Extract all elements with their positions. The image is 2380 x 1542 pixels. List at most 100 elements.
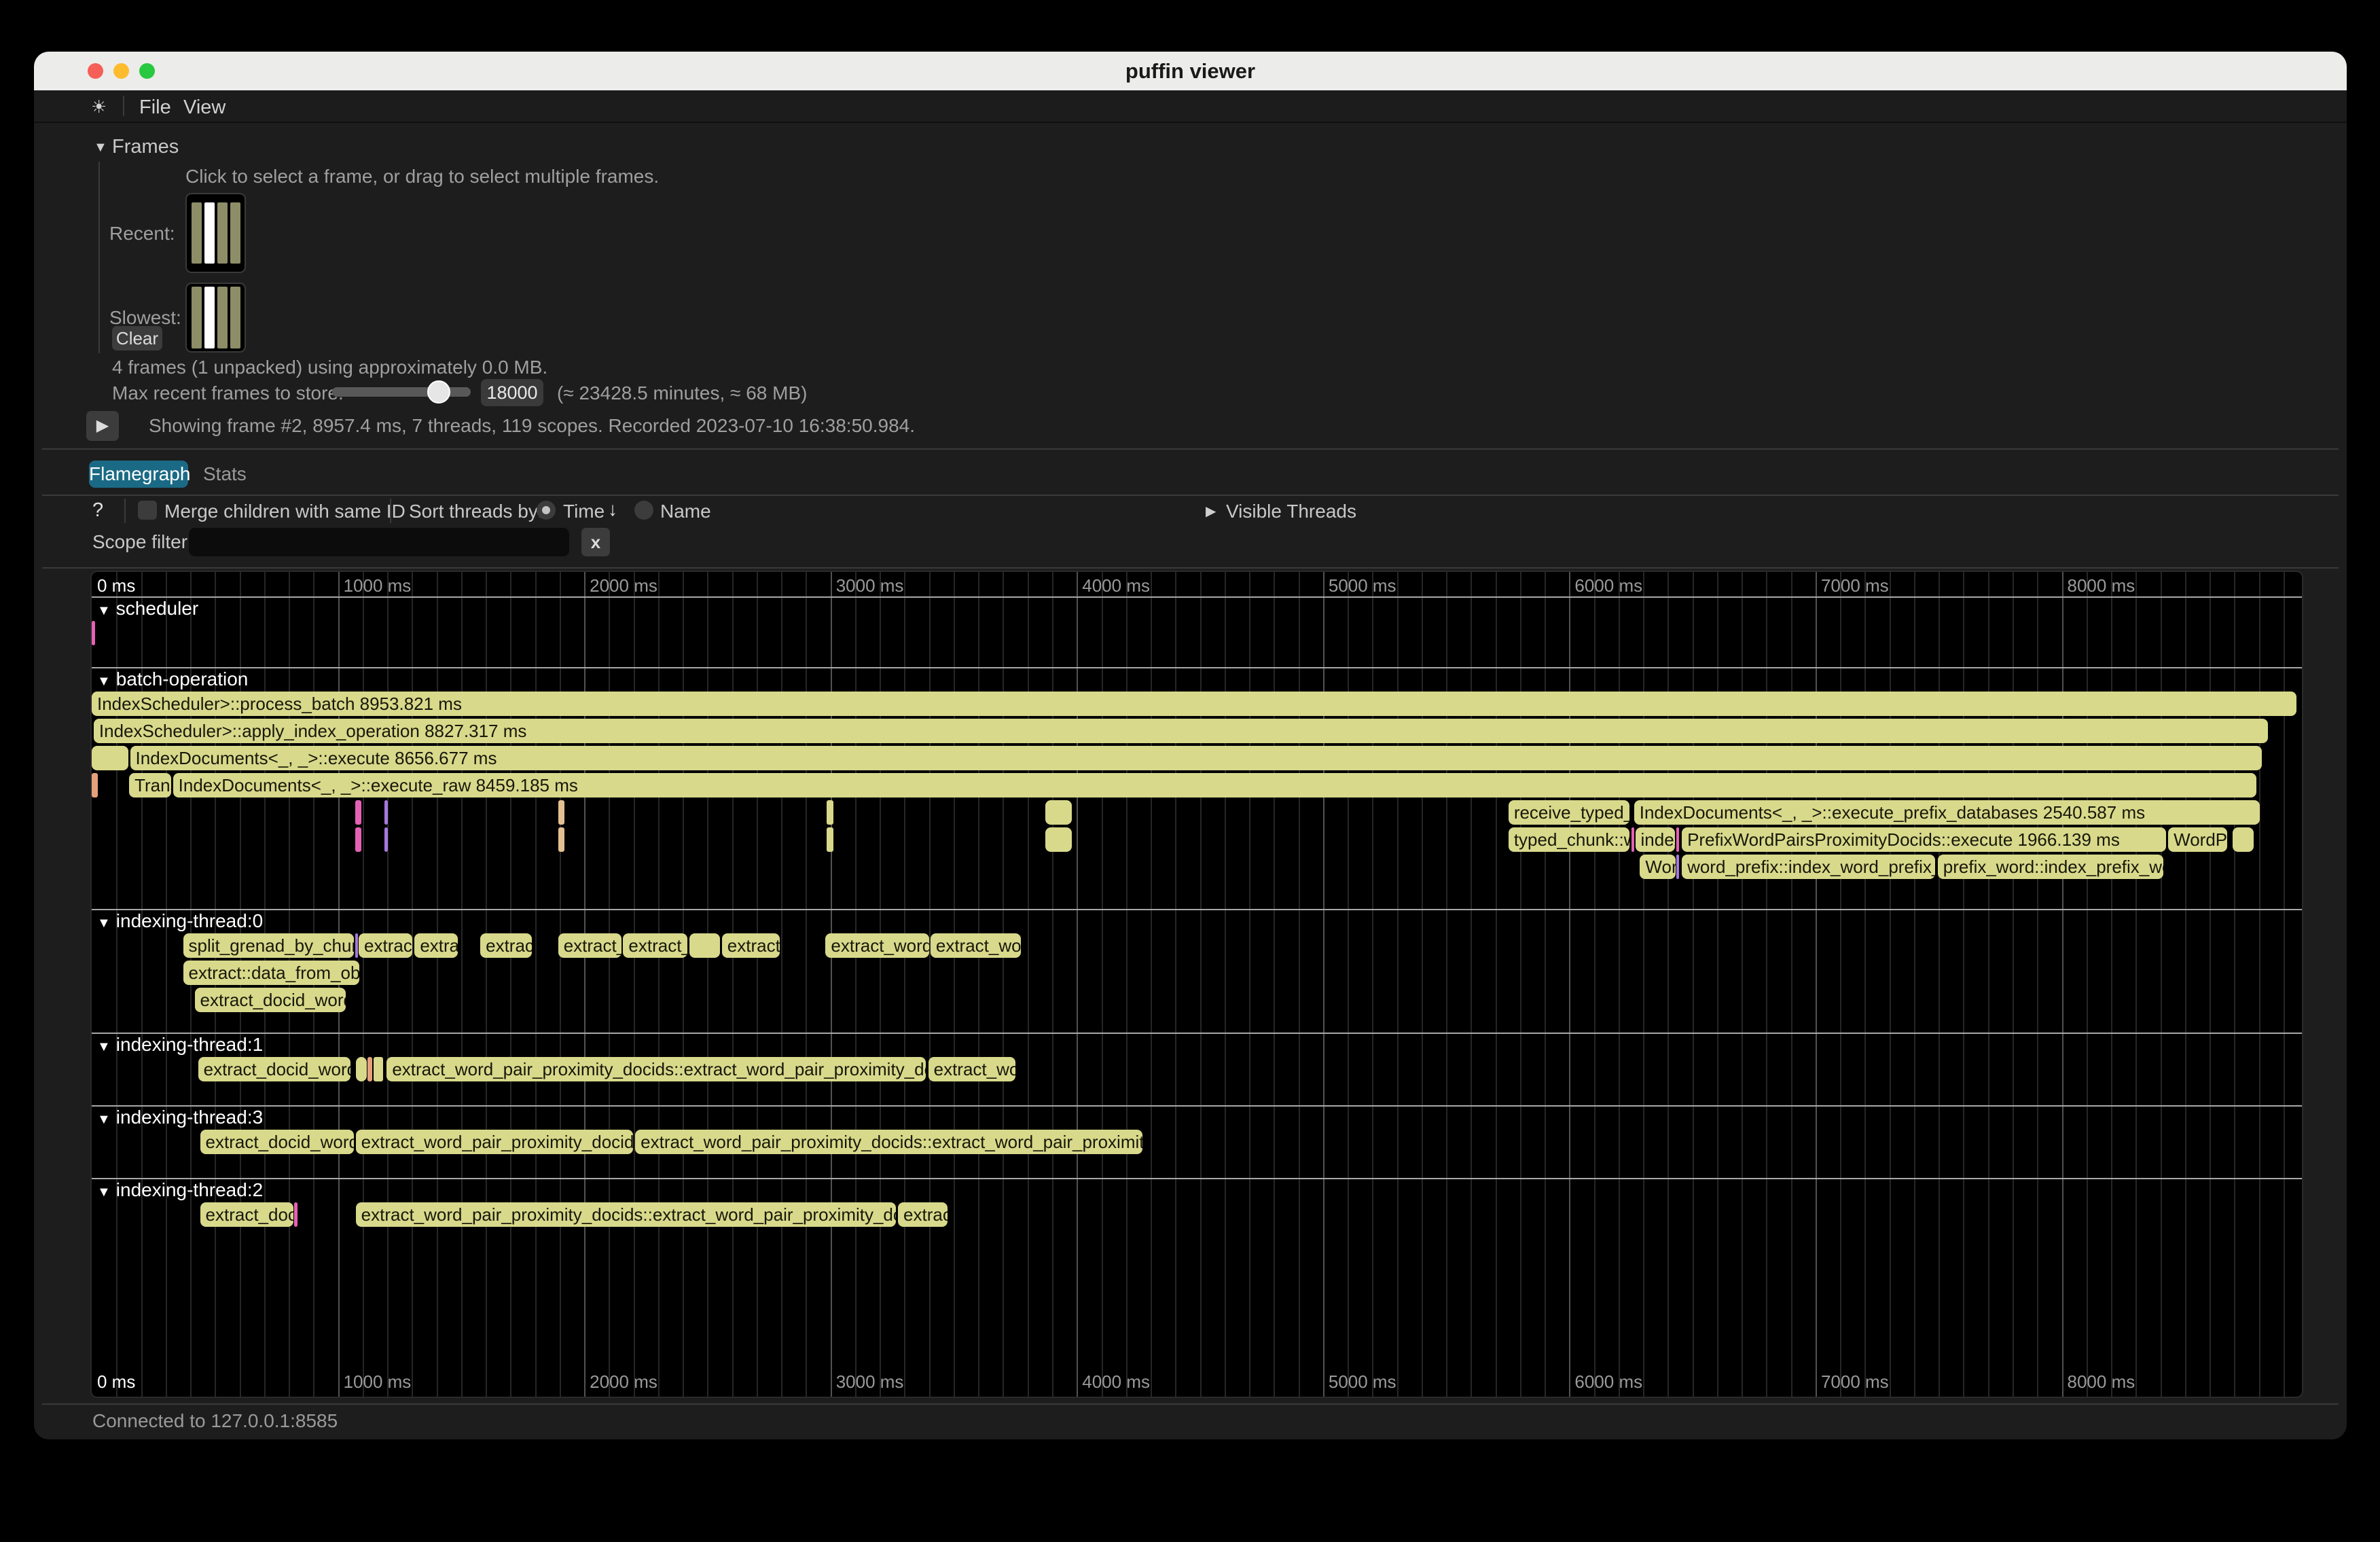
scope-bar[interactable]: [355, 827, 361, 852]
thread-header[interactable]: ▼indexing-thread:0: [97, 910, 263, 932]
scope-bar[interactable]: IndexScheduler>::process_batch 8953.821 …: [92, 692, 2296, 716]
merge-children-label[interactable]: Merge children with same ID: [164, 501, 405, 522]
scope-bar[interactable]: [827, 800, 833, 825]
scope-bar[interactable]: [1631, 827, 1634, 852]
frames-header[interactable]: Frames: [112, 136, 179, 158]
sort-name-label[interactable]: Name: [660, 501, 711, 522]
scope-bar[interactable]: [355, 933, 358, 958]
scope-bar[interactable]: [92, 773, 98, 797]
thread-header[interactable]: ▼indexing-thread:2: [97, 1179, 263, 1201]
scope-bar[interactable]: [827, 827, 833, 852]
frame-bar[interactable]: [230, 287, 240, 348]
scope-bar[interactable]: [689, 933, 720, 958]
scope-bar[interactable]: [294, 1202, 298, 1227]
scope-bar[interactable]: extract_doc: [200, 1202, 293, 1227]
sort-direction-arrow-icon[interactable]: ↓: [608, 499, 617, 520]
flamegraph-canvas[interactable]: 0 ms0 ms1000 ms1000 ms2000 ms2000 ms3000…: [90, 571, 2303, 1398]
scope-bar[interactable]: typed_chunk::w: [1509, 827, 1629, 852]
tab-flamegraph[interactable]: Flamegraph: [89, 461, 188, 488]
scope-bar[interactable]: [92, 621, 95, 645]
menu-view[interactable]: View: [178, 95, 231, 120]
scope-bar[interactable]: extra: [414, 933, 458, 958]
scope-bar[interactable]: [558, 827, 565, 852]
thread-collapse-icon[interactable]: ▼: [97, 674, 111, 689]
scope-bar[interactable]: WordPr: [2168, 827, 2227, 852]
scope-bar[interactable]: IndexScheduler>::apply_index_operation 8…: [94, 719, 2268, 743]
frame-bar[interactable]: [217, 202, 228, 264]
scope-bar[interactable]: [92, 746, 128, 770]
scope-bar[interactable]: [558, 800, 565, 825]
scope-bar[interactable]: extract_docid_word: [195, 988, 346, 1012]
clear-filter-button[interactable]: x: [581, 528, 610, 556]
frame-bar[interactable]: [192, 287, 202, 348]
scope-bar[interactable]: extract: [722, 933, 780, 958]
clear-button[interactable]: Clear: [112, 326, 162, 351]
thread-collapse-icon[interactable]: ▼: [97, 1039, 111, 1054]
scope-bar[interactable]: split_grenad_by_chun: [183, 933, 355, 958]
slowest-frames-thumbnail[interactable]: [185, 283, 246, 353]
sort-name-radio[interactable]: [634, 501, 653, 520]
thread-collapse-icon[interactable]: ▼: [97, 916, 111, 931]
thread-header[interactable]: ▼batch-operation: [97, 668, 248, 690]
scope-bar[interactable]: extract_word: [825, 933, 928, 958]
scope-bar[interactable]: [1676, 855, 1679, 879]
scope-bar[interactable]: extrac: [898, 1202, 948, 1227]
scope-bar[interactable]: [1045, 800, 1072, 825]
thread-collapse-icon[interactable]: ▼: [97, 1185, 111, 1200]
scope-bar[interactable]: PrefixWordPairsProximityDocids::execute …: [1682, 827, 2166, 852]
scope-bar[interactable]: extract: [359, 933, 412, 958]
scope-bar[interactable]: [2233, 827, 2254, 852]
max-frames-value[interactable]: 18000: [481, 379, 543, 406]
scope-bar[interactable]: [1676, 827, 1679, 852]
tab-stats[interactable]: Stats: [203, 461, 247, 488]
help-button[interactable]: ?: [92, 499, 103, 522]
thread-collapse-icon[interactable]: ▼: [97, 603, 111, 618]
theme-toggle-sun-icon[interactable]: ☀: [86, 95, 112, 119]
scope-bar[interactable]: receive_typed_: [1509, 800, 1629, 825]
scope-bar[interactable]: [367, 1057, 372, 1081]
max-frames-slider-thumb[interactable]: [427, 380, 450, 404]
scope-bar[interactable]: extrac: [480, 933, 532, 958]
scope-bar[interactable]: IndexDocuments<_, _>::execute_raw 8459.1…: [173, 773, 2256, 797]
scope-bar[interactable]: word_prefix::index_word_prefix_: [1682, 855, 1935, 879]
frame-bar[interactable]: [204, 202, 215, 264]
thread-header[interactable]: ▼indexing-thread:1: [97, 1034, 263, 1056]
scope-bar[interactable]: extract_: [623, 933, 687, 958]
scope-bar[interactable]: [384, 800, 387, 825]
play-button[interactable]: ▶: [86, 411, 119, 441]
scope-bar[interactable]: IndexDocuments<_, _>::execute_prefix_dat…: [1634, 800, 2260, 825]
scope-bar[interactable]: extract_wo: [931, 933, 1021, 958]
sort-time-label[interactable]: Time: [563, 501, 605, 522]
scope-bar[interactable]: Trans: [129, 773, 171, 797]
thread-collapse-icon[interactable]: ▼: [97, 1112, 111, 1127]
scope-bar[interactable]: extract_word_pair_proximity_docids::extr…: [386, 1057, 926, 1081]
frame-bar[interactable]: [217, 287, 228, 348]
frames-collapse-icon[interactable]: ▼: [94, 140, 107, 156]
scope-bar[interactable]: extract_word_pair_proximity_docids::extr…: [635, 1130, 1142, 1154]
scope-bar[interactable]: extract::data_from_ob: [183, 961, 359, 985]
scope-bar[interactable]: extract_docid_word: [198, 1057, 350, 1081]
scope-bar[interactable]: extract_docid_word: [200, 1130, 354, 1154]
scope-filter-input[interactable]: [189, 528, 569, 556]
scope-bar[interactable]: extract_word_pair_proximity_docids: [356, 1130, 634, 1154]
scope-bar[interactable]: [355, 800, 361, 825]
menu-file[interactable]: File: [134, 95, 177, 120]
scope-bar[interactable]: [356, 1057, 367, 1081]
scope-bar[interactable]: IndexDocuments<_, _>::execute 8656.677 m…: [130, 746, 2262, 770]
thread-header[interactable]: ▼indexing-thread:3: [97, 1107, 263, 1128]
scope-bar[interactable]: Word: [1640, 855, 1676, 879]
frame-bar[interactable]: [192, 202, 202, 264]
frame-bar[interactable]: [204, 287, 215, 348]
recent-frames-thumbnail[interactable]: [185, 193, 246, 273]
visible-threads-collapse-icon[interactable]: ▶: [1206, 503, 1216, 520]
scope-bar[interactable]: extract_wo: [928, 1057, 1015, 1081]
thread-header[interactable]: ▼scheduler: [97, 598, 198, 620]
merge-children-checkbox[interactable]: [138, 501, 157, 520]
visible-threads-header[interactable]: Visible Threads: [1226, 501, 1356, 522]
scope-bar[interactable]: index: [1636, 827, 1676, 852]
scope-bar[interactable]: [1045, 827, 1072, 852]
scope-bar[interactable]: prefix_word::index_prefix_wo: [1938, 855, 2163, 879]
frame-bar[interactable]: [230, 202, 240, 264]
scope-bar[interactable]: [374, 1057, 383, 1081]
scope-bar[interactable]: [384, 827, 387, 852]
